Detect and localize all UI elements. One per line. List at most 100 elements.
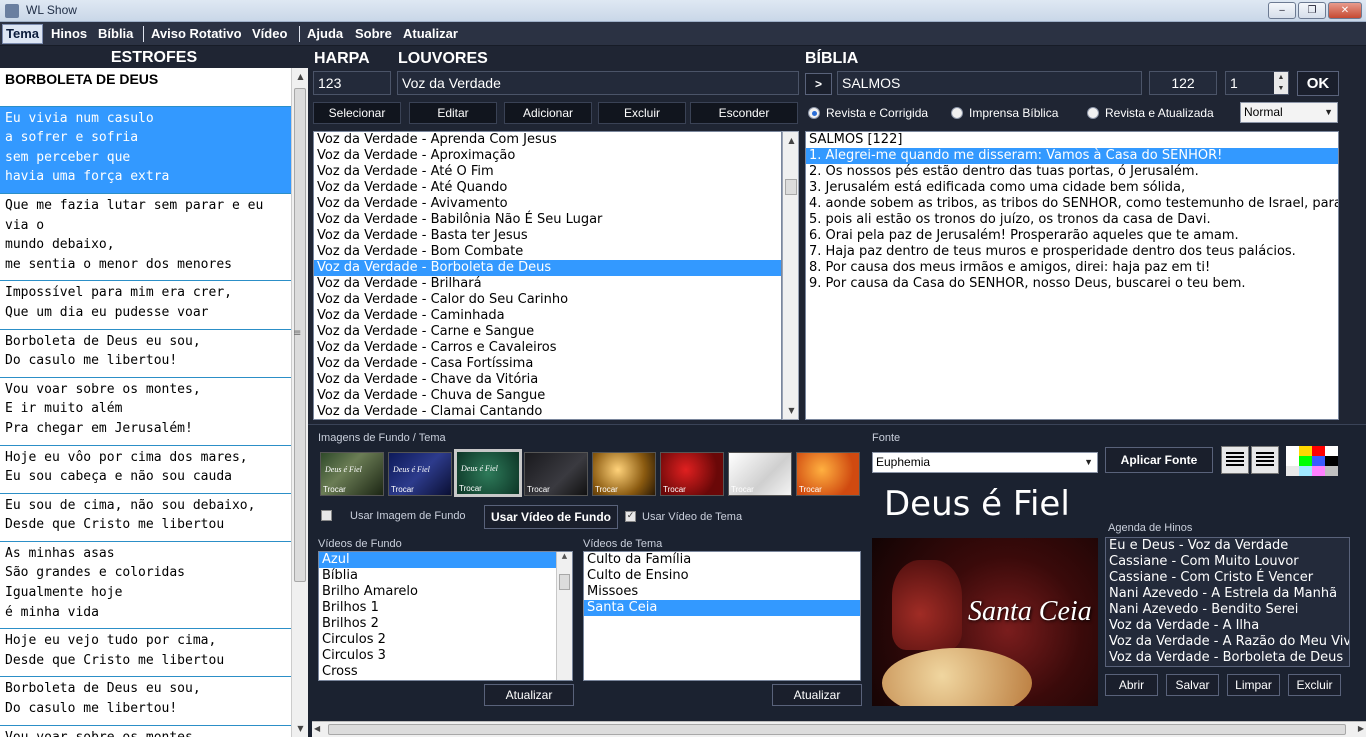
song-list-item[interactable]: Voz da Verdade - Clamai Cantando — [314, 404, 781, 419]
verse-item[interactable]: 6. Orai pela paz de Jerusalém! Prosperar… — [806, 228, 1338, 244]
video-fundo-item[interactable]: Cross — [319, 664, 572, 680]
align-left-icon[interactable] — [1221, 446, 1249, 474]
font-select[interactable]: Euphemia ▼ — [872, 452, 1098, 473]
usar-video-tema-checkbox[interactable]: ✓ — [625, 511, 636, 522]
song-list-item[interactable]: Voz da Verdade - Brilhará — [314, 276, 781, 292]
align-center-icon[interactable] — [1251, 446, 1279, 474]
stanza-item[interactable]: Hoje eu vejo tudo por cima, Desde que Cr… — [0, 629, 291, 678]
louvor-search-input[interactable]: Voz da Verdade — [397, 71, 799, 95]
color-swatch[interactable] — [1286, 456, 1299, 466]
scroll-up-arrow-icon[interactable]: ▲ — [292, 68, 309, 85]
atualizar-videos-fundo-button[interactable]: Atualizar — [484, 684, 574, 706]
scroll-thumb[interactable] — [559, 574, 570, 590]
verse-item[interactable]: 7. Haja paz dentro de teus muros e prosp… — [806, 244, 1338, 260]
scroll-right-arrow-icon[interactable]: ▶ — [1358, 724, 1364, 733]
agenda-item[interactable]: Nani Azevedo - Bendito Serei — [1106, 602, 1349, 618]
trocar-link[interactable]: Trocar — [799, 485, 822, 494]
video-fundo-item[interactable]: Brilhos 2 — [319, 616, 572, 632]
song-list-item[interactable]: Voz da Verdade - Carros e Cavaleiros — [314, 340, 781, 356]
video-fundo-item[interactable]: Circulos 2 — [319, 632, 572, 648]
scroll-thumb[interactable] — [328, 724, 1346, 735]
ok-button[interactable]: OK — [1297, 71, 1339, 96]
song-list-item[interactable]: Voz da Verdade - Caminhada — [314, 308, 781, 324]
trocar-link[interactable]: Trocar — [391, 485, 414, 494]
agenda-item[interactable]: Cassiane - Com Muito Louvor — [1106, 554, 1349, 570]
stanza-item[interactable]: Borboleta de Deus eu sou, Do casulo me l… — [0, 330, 291, 378]
selecionar-button[interactable]: Selecionar — [313, 102, 401, 124]
video-tema-item[interactable]: Culto de Ensino — [584, 568, 860, 584]
excluir-button[interactable]: Excluir — [598, 102, 686, 124]
verse-item[interactable]: 5. pois ali estão os tronos do juízo, os… — [806, 212, 1338, 228]
menu-item-tema[interactable]: Tema — [2, 24, 43, 44]
verse-list[interactable]: SALMOS [122] 1. Alegrei-me quando me diss… — [805, 131, 1339, 420]
color-swatch[interactable] — [1286, 466, 1299, 476]
version-radio[interactable]: Revista e Atualizada — [1087, 106, 1214, 120]
song-list-item[interactable]: Voz da Verdade - Borboleta de Deus — [314, 260, 781, 276]
agenda-item[interactable]: Voz da Verdade - A Razão do Meu Viver — [1106, 634, 1349, 650]
stanza-item[interactable]: Vou voar sobre os montes, E ir muito alé… — [0, 378, 291, 446]
stepper-arrows-icon[interactable]: ▲ ▼ — [1274, 72, 1288, 94]
agenda-item[interactable]: Cassiane - Com Cristo É Vencer — [1106, 570, 1349, 586]
esconder-button[interactable]: Esconder — [690, 102, 798, 124]
song-list-item[interactable]: Voz da Verdade - Carne e Sangue — [314, 324, 781, 340]
horizontal-scrollbar[interactable]: ◀ ▶ — [312, 721, 1366, 737]
song-list-item[interactable]: Voz da Verdade - Até O Fim — [314, 164, 781, 180]
atualizar-videos-tema-button[interactable]: Atualizar — [772, 684, 862, 706]
scroll-down-arrow-icon[interactable]: ▼ — [783, 402, 800, 419]
usar-video-fundo-button[interactable]: Usar Vídeo de Fundo — [484, 505, 618, 529]
display-size-select[interactable]: Normal ▼ — [1240, 102, 1338, 123]
scroll-thumb[interactable] — [785, 179, 797, 195]
scroll-up-arrow-icon[interactable]: ▲ — [557, 552, 572, 560]
next-book-button[interactable]: > — [805, 73, 832, 95]
video-tema-item[interactable]: Culto da Família — [584, 552, 860, 568]
verse-item[interactable]: 4. aonde sobem as tribos, as tribos do S… — [806, 196, 1338, 212]
color-swatch[interactable] — [1312, 446, 1325, 456]
usar-imagem-checkbox[interactable] — [321, 510, 332, 521]
color-swatch[interactable] — [1286, 446, 1299, 456]
verse-item[interactable]: 9. Por causa da Casa do SENHOR, nosso De… — [806, 276, 1338, 292]
abrir-agenda-button[interactable]: Abrir — [1105, 674, 1158, 696]
color-swatch[interactable] — [1299, 466, 1312, 476]
trocar-link[interactable]: Trocar — [731, 485, 754, 494]
color-swatch[interactable] — [1299, 446, 1312, 456]
song-list-item[interactable]: Voz da Verdade - Bom Combate — [314, 244, 781, 260]
menu-item-atualizar[interactable]: Atualizar — [400, 24, 461, 44]
verse-item[interactable]: 8. Por causa dos meus irmãos e amigos, d… — [806, 260, 1338, 276]
color-swatch[interactable] — [1325, 456, 1338, 466]
color-swatch[interactable] — [1312, 456, 1325, 466]
scroll-up-arrow-icon[interactable]: ▲ — [783, 132, 800, 149]
trocar-link[interactable]: Trocar — [663, 485, 686, 494]
video-tema-item[interactable]: Santa Ceia — [584, 600, 860, 616]
close-button[interactable]: ✕ — [1328, 2, 1362, 19]
stanza-item[interactable]: As minhas asas São grandes e coloridas I… — [0, 542, 291, 630]
trocar-link[interactable]: Trocar — [459, 484, 482, 493]
stanza-item[interactable]: Borboleta de Deus eu sou, Do casulo me l… — [0, 677, 291, 726]
limpar-agenda-button[interactable]: Limpar — [1227, 674, 1280, 696]
verse-item[interactable]: 2. Os nossos pés estão dentro das tuas p… — [806, 164, 1338, 180]
scroll-down-arrow-icon[interactable]: ▼ — [292, 720, 309, 737]
menu-item-aviso-rotativo[interactable]: Aviso Rotativo — [148, 24, 245, 44]
song-list[interactable]: Voz da Verdade - Aprenda Com Jesus Voz da… — [313, 131, 782, 420]
harpa-number-input[interactable]: 123 — [313, 71, 391, 95]
version-radio[interactable]: Revista e Corrigida — [808, 106, 928, 120]
videos-tema-list[interactable]: Culto da Família Culto de Ensino Missoes Sa… — [583, 551, 861, 681]
agenda-item[interactable]: Nani Azevedo - A Estrela da Manhã — [1106, 586, 1349, 602]
song-list-item[interactable]: Voz da Verdade - Babilônia Não É Seu Lug… — [314, 212, 781, 228]
excluir-agenda-button[interactable]: Excluir — [1288, 674, 1341, 696]
version-radio[interactable]: Imprensa Bíblica — [951, 106, 1058, 120]
adicionar-button[interactable]: Adicionar — [504, 102, 592, 124]
video-fundo-item[interactable]: Circulos 3 — [319, 648, 572, 664]
background-thumbnail[interactable]: Trocar — [660, 452, 724, 496]
stanza-list[interactable]: BORBOLETA DE DEUS Eu vivia num casulo a s… — [0, 68, 291, 737]
background-thumbnail[interactable]: Trocar — [728, 452, 792, 496]
chapter-input[interactable]: 122 — [1149, 71, 1217, 95]
agenda-list[interactable]: Eu e Deus - Voz da Verdade Cassiane - Com… — [1105, 537, 1350, 667]
agenda-item[interactable]: Voz da Verdade - Borboleta de Deus — [1106, 650, 1349, 666]
stanza-item[interactable]: BORBOLETA DE DEUS — [0, 68, 291, 107]
song-list-item[interactable]: Voz da Verdade - Chuva de Sangue — [314, 388, 781, 404]
video-tema-item[interactable]: Missoes — [584, 584, 860, 600]
menu-item-ajuda[interactable]: Ajuda — [304, 24, 346, 44]
song-scrollbar[interactable]: ▲ ▼ — [782, 131, 799, 420]
radio-circle-icon[interactable] — [1087, 107, 1099, 119]
song-list-item[interactable]: Voz da Verdade - Basta ter Jesus — [314, 228, 781, 244]
